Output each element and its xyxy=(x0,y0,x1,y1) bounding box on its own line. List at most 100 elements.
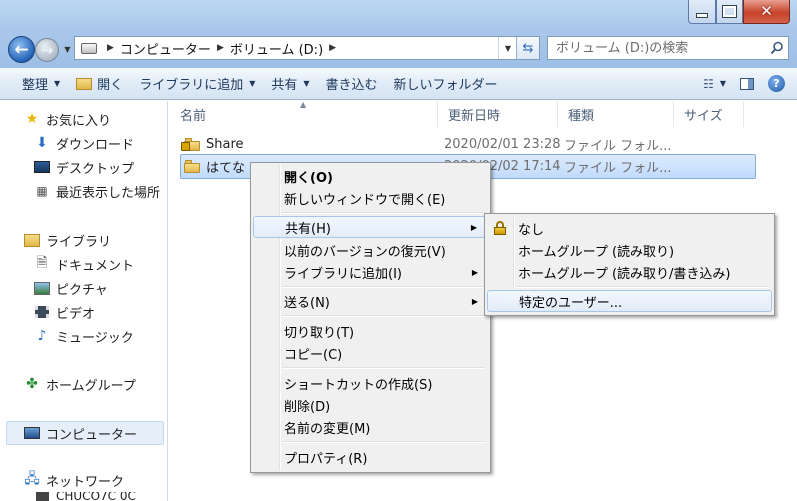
file-type: ファイル フォル... xyxy=(564,138,672,154)
menu-item-share-nobody[interactable]: なし xyxy=(487,217,772,239)
chevron-down-icon: ▼ xyxy=(249,79,256,88)
menu-item-label: 開く(O) xyxy=(284,170,333,186)
menu-item-share-homegroup-readwrite[interactable]: ホームグループ (読み取り/書き込み) xyxy=(487,261,772,283)
breadcrumb-separator[interactable]: ▶ xyxy=(107,43,114,53)
new-folder-button[interactable]: 新しいフォルダー xyxy=(386,72,506,96)
nav-videos[interactable]: ビデオ xyxy=(34,301,95,323)
breadcrumb-separator[interactable]: ▶ xyxy=(329,43,336,53)
close-icon: ✕ xyxy=(760,2,773,20)
menu-item-label: プロパティ(R) xyxy=(284,451,368,467)
menu-item-properties[interactable]: プロパティ(R) xyxy=(253,446,488,468)
new-folder-label: 新しいフォルダー xyxy=(393,78,498,93)
file-row[interactable]: Share 2020/02/01 23:28 ファイル フォル... xyxy=(180,133,754,155)
preview-pane-button[interactable] xyxy=(732,72,762,96)
column-date-label: 更新日時 xyxy=(448,108,501,124)
close-button[interactable]: ✕ xyxy=(743,0,790,24)
add-to-library-button[interactable]: ライブラリに追加 ▼ xyxy=(131,72,263,96)
menu-item-share-homegroup-read[interactable]: ホームグループ (読み取り) xyxy=(487,239,772,261)
nav-homegroup[interactable]: ✤ ホームグループ xyxy=(24,373,136,395)
shared-folder-icon xyxy=(181,137,200,151)
file-name-cell: Share xyxy=(181,133,244,155)
menu-separator xyxy=(282,286,485,288)
forward-button[interactable]: → xyxy=(35,38,59,62)
menu-item-open[interactable]: 開く(O) xyxy=(253,165,488,187)
menu-item-share[interactable]: 共有(H) ▶ xyxy=(253,216,488,238)
menu-item-cut[interactable]: 切り取り(T) xyxy=(253,320,488,342)
nav-favorites-label: お気に入り xyxy=(46,113,112,129)
nav-documents-label: ドキュメント xyxy=(56,258,135,274)
burn-label: 書き込む xyxy=(325,78,378,93)
nav-computer[interactable]: コンピューター xyxy=(24,422,137,444)
menu-item-rename[interactable]: 名前の変更(M) xyxy=(253,416,488,438)
back-button[interactable]: ← xyxy=(8,36,35,63)
nav-pictures[interactable]: ピクチャ xyxy=(34,277,108,299)
menu-item-copy[interactable]: コピー(C) xyxy=(253,342,488,364)
network-icon: 🖧 xyxy=(24,471,40,487)
search-input[interactable] xyxy=(548,39,766,57)
nav-favorites[interactable]: ★ お気に入り xyxy=(24,108,111,130)
nav-music[interactable]: ♪ ミュージック xyxy=(34,325,134,347)
minimize-button[interactable] xyxy=(688,0,716,24)
organize-button[interactable]: 整理 ▼ xyxy=(14,72,68,96)
star-icon: ★ xyxy=(25,111,39,127)
submenu-arrow-icon: ▶ xyxy=(471,296,478,306)
address-history-dropdown[interactable]: ▼ xyxy=(498,37,517,59)
menu-item-label: なし xyxy=(518,222,545,238)
refresh-button[interactable]: ⇆ xyxy=(516,37,539,59)
computer-icon xyxy=(24,425,40,441)
nav-network-computer[interactable]: CHUCO7C 0C xyxy=(34,492,136,501)
search-icon[interactable] xyxy=(766,37,788,59)
folder-open-icon xyxy=(76,77,93,90)
menu-item-delete[interactable]: 削除(D) xyxy=(253,394,488,416)
column-header-size[interactable]: サイズ xyxy=(674,101,744,127)
column-header-date[interactable]: 更新日時 xyxy=(438,101,558,127)
column-header-type[interactable]: 種類 xyxy=(558,101,674,127)
share-with-button[interactable]: 共有 ▼ xyxy=(263,72,317,96)
menu-item-label: 送る(N) xyxy=(284,295,330,311)
menu-item-send-to[interactable]: 送る(N) ▶ xyxy=(253,290,488,312)
nav-libraries[interactable]: ライブラリ xyxy=(24,229,111,251)
pane-divider[interactable] xyxy=(167,101,168,501)
breadcrumb-volume[interactable]: ボリューム (D:) xyxy=(230,39,323,58)
nav-desktop[interactable]: デスクトップ xyxy=(34,156,134,178)
menu-item-label: ショートカットの作成(S) xyxy=(284,377,433,393)
nav-network-label: ネットワーク xyxy=(46,474,125,490)
downloads-icon: ⬇ xyxy=(36,135,48,151)
menu-item-label: 削除(D) xyxy=(284,399,331,415)
maximize-button[interactable] xyxy=(716,0,743,24)
breadcrumb-separator[interactable]: ▶ xyxy=(217,43,224,53)
menu-item-create-shortcut[interactable]: ショートカットの作成(S) xyxy=(253,372,488,394)
nav-recent-label: 最近表示した場所 xyxy=(56,185,161,201)
nav-network[interactable]: 🖧 ネットワーク xyxy=(24,469,124,491)
menu-item-restore-previous[interactable]: 以前のバージョンの復元(V) xyxy=(253,239,488,261)
menu-item-label: ホームグループ (読み取り) xyxy=(518,244,675,260)
view-options-button[interactable]: ☷ ▼ xyxy=(697,72,732,96)
minimize-icon xyxy=(696,13,708,18)
nav-pictures-label: ピクチャ xyxy=(56,282,108,298)
address-bar[interactable]: ▶ コンピューター ▶ ボリューム (D:) ▶ ▼ ⇆ xyxy=(74,36,540,60)
menu-item-label: 特定のユーザー... xyxy=(519,295,623,311)
menu-item-add-to-library[interactable]: ライブラリに追加(I) ▶ xyxy=(253,261,488,283)
nav-downloads[interactable]: ⬇ ダウンロード xyxy=(34,132,134,154)
burn-button[interactable]: 書き込む xyxy=(318,72,386,96)
desktop-icon xyxy=(34,159,50,175)
search-box[interactable] xyxy=(547,36,789,60)
nav-desktop-label: デスクトップ xyxy=(56,161,135,177)
nav-computer-label: コンピューター xyxy=(46,427,138,443)
column-name-label: 名前 xyxy=(180,108,207,124)
back-arrow-icon: ← xyxy=(14,39,29,60)
pictures-icon xyxy=(34,280,50,296)
menu-item-share-specific-people[interactable]: 特定のユーザー... xyxy=(487,290,772,312)
menu-item-label: 名前の変更(M) xyxy=(284,421,371,437)
breadcrumb-computer[interactable]: コンピューター xyxy=(120,39,211,58)
nav-documents[interactable]: 🗎 ドキュメント xyxy=(34,253,134,275)
recent-pages-button[interactable]: ▼ xyxy=(62,42,73,56)
share-with-label: 共有 xyxy=(271,78,298,93)
menu-item-open-new-window[interactable]: 新しいウィンドウで開く(E) xyxy=(253,187,488,209)
open-button[interactable]: 開く xyxy=(68,72,131,96)
computer-icon xyxy=(34,492,50,501)
menu-item-label: 共有(H) xyxy=(285,221,331,237)
help-button[interactable]: ? xyxy=(762,72,797,96)
drive-icon xyxy=(81,42,97,54)
nav-recent-places[interactable]: ▦ 最近表示した場所 xyxy=(34,180,160,202)
